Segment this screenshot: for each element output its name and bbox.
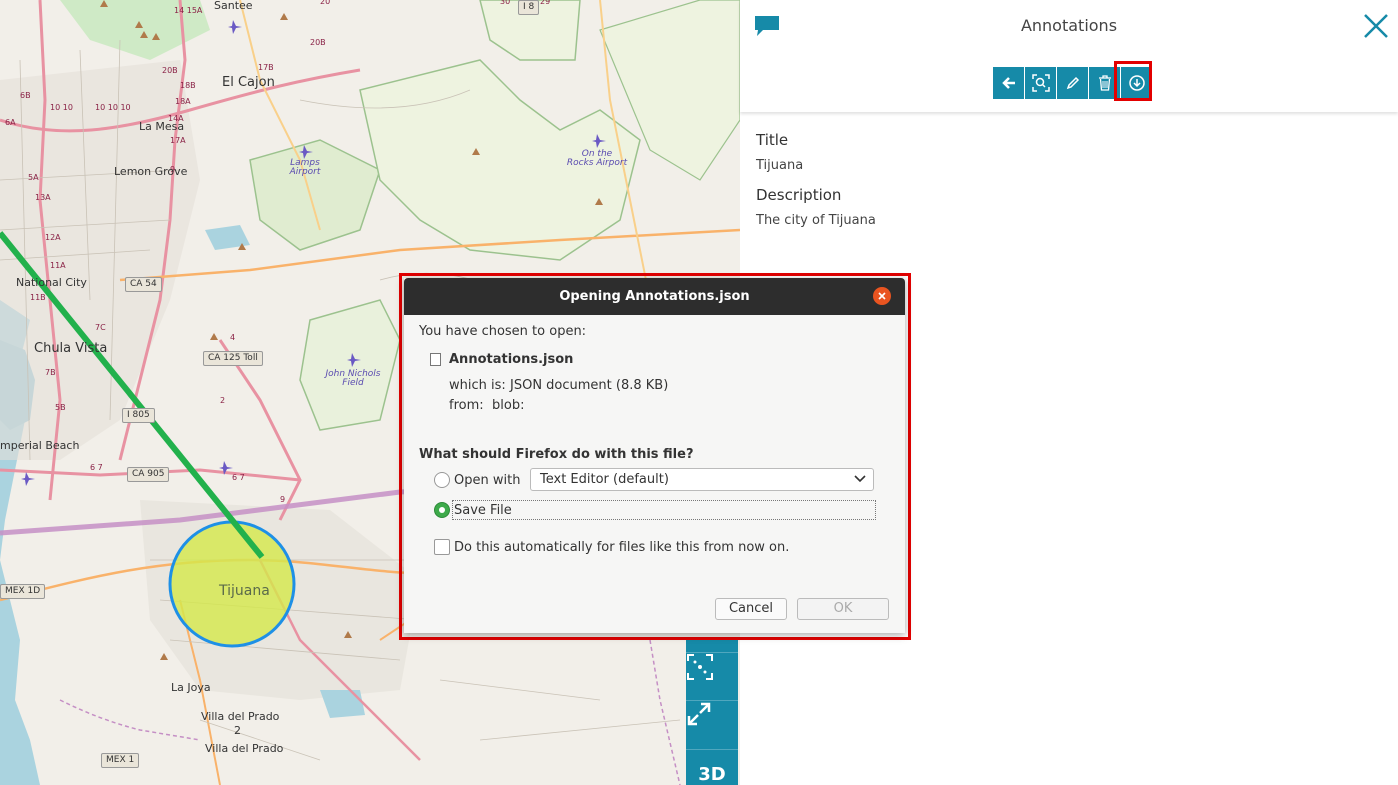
close-icon — [878, 292, 886, 300]
svg-text:12A: 12A — [45, 233, 61, 242]
open-with-label[interactable]: Open with — [454, 473, 520, 488]
place-label: La Joya — [171, 681, 211, 694]
airport-label: On the Rocks Airport — [566, 149, 628, 168]
open-with-radio[interactable] — [434, 472, 450, 488]
dialog-question: What should Firefox do with this file? — [419, 447, 694, 462]
description-label: Description — [756, 186, 842, 204]
save-file-focus — [452, 500, 876, 520]
highway-shield: I 8 — [518, 0, 540, 15]
back-button[interactable] — [993, 67, 1024, 99]
highway-shield: CA 54 — [125, 277, 162, 292]
file-type-value: JSON document (8.8 KB) — [510, 378, 669, 393]
svg-text:5B: 5B — [55, 403, 66, 412]
delete-icon — [1098, 75, 1111, 91]
file-icon — [430, 353, 441, 366]
expand-icon — [687, 702, 711, 726]
place-label: mperial Beach — [0, 439, 80, 452]
file-type-label: which is: — [449, 378, 506, 393]
3d-view-button[interactable]: 3D — [686, 749, 738, 785]
svg-text:7C: 7C — [95, 323, 106, 332]
place-label: Lemon Grove — [114, 165, 188, 178]
application-select-value: Text Editor (default) — [540, 472, 669, 487]
highway-shield: MEX 1 — [101, 753, 140, 768]
auto-checkbox[interactable] — [434, 539, 450, 555]
save-file-radio[interactable] — [434, 502, 450, 518]
edit-button[interactable] — [1057, 67, 1088, 99]
svg-text:10 10 10: 10 10 10 — [95, 103, 131, 112]
svg-text:6B: 6B — [20, 91, 31, 100]
airport-label: John Nichols Field — [325, 369, 381, 388]
highway-shield: CA 125 Toll — [203, 351, 263, 366]
svg-text:14 15A: 14 15A — [174, 6, 203, 15]
tijuana-label: Tijuana — [219, 583, 270, 599]
fit-view-button[interactable] — [686, 652, 738, 701]
highway-shield: CA 905 — [127, 467, 170, 482]
svg-text:5A: 5A — [28, 173, 39, 182]
file-source-value: blob: — [492, 398, 525, 413]
svg-text:30: 30 — [500, 0, 510, 6]
3d-label: 3D — [698, 763, 726, 785]
title-value: Tijuana — [756, 158, 804, 173]
place-label: 2 — [234, 724, 241, 737]
svg-text:18A: 18A — [175, 97, 191, 106]
zoom-to-icon — [1031, 74, 1050, 92]
svg-text:11A: 11A — [50, 261, 66, 270]
place-label: National City — [16, 276, 87, 289]
place-label: Santee — [214, 0, 253, 12]
description-value: The city of Tijuana — [756, 213, 876, 228]
place-label: El Cajon — [222, 75, 275, 90]
svg-text:10 10: 10 10 — [50, 103, 73, 112]
svg-text:6 7: 6 7 — [90, 463, 103, 472]
title-label: Title — [756, 131, 789, 149]
highway-shield: I 805 — [122, 408, 155, 423]
dialog-close-button[interactable] — [873, 287, 891, 305]
svg-text:20B: 20B — [310, 38, 326, 47]
ok-button[interactable]: OK — [797, 598, 889, 620]
place-label: Villa del Prado — [201, 710, 280, 723]
svg-text:29: 29 — [540, 0, 550, 6]
dialog-intro: You have chosen to open: — [419, 324, 587, 339]
svg-text:17B: 17B — [258, 63, 274, 72]
place-label: La Mesa — [139, 120, 185, 133]
cancel-button[interactable]: Cancel — [715, 598, 787, 620]
svg-text:13A: 13A — [35, 193, 51, 202]
svg-text:4: 4 — [230, 333, 235, 342]
highway-shield: MEX 1D — [0, 584, 46, 599]
back-icon — [1001, 77, 1015, 89]
file-source-label: from: — [449, 398, 484, 413]
map-tool-column: 3D — [686, 640, 738, 785]
dialog-title: Opening Annotations.json — [404, 278, 905, 315]
svg-text:18B: 18B — [180, 81, 196, 90]
place-label: Chula Vista — [34, 341, 108, 356]
file-name: Annotations.json — [449, 352, 574, 367]
zoom-to-button[interactable] — [1025, 67, 1056, 99]
auto-label[interactable]: Do this automatically for files like thi… — [454, 540, 789, 555]
svg-text:9: 9 — [280, 495, 285, 504]
svg-text:11B: 11B — [30, 293, 46, 302]
svg-text:20B: 20B — [162, 66, 178, 75]
svg-text:2: 2 — [220, 396, 225, 405]
svg-text:6A: 6A — [5, 118, 16, 127]
panel-title: Annotations — [1020, 16, 1118, 35]
svg-text:7B: 7B — [45, 368, 56, 377]
fullscreen-button[interactable] — [686, 700, 738, 749]
panel-header: Annotations — [740, 0, 1398, 112]
edit-icon — [1066, 76, 1079, 90]
application-select[interactable]: Text Editor (default) — [530, 468, 874, 491]
save-file-label[interactable]: Save File — [454, 503, 512, 518]
close-icon[interactable] — [1360, 10, 1392, 42]
download-highlight — [1114, 61, 1152, 101]
svg-text:20: 20 — [320, 0, 330, 6]
fit-view-icon — [687, 654, 713, 680]
chevron-down-icon — [854, 475, 866, 483]
place-label: Villa del Prado — [205, 742, 284, 755]
svg-text:6 7: 6 7 — [232, 473, 245, 482]
open-file-dialog: Opening Annotations.json You have chosen… — [404, 278, 905, 633]
airport-label: Lamps Airport — [289, 158, 321, 177]
svg-text:17A: 17A — [170, 136, 186, 145]
